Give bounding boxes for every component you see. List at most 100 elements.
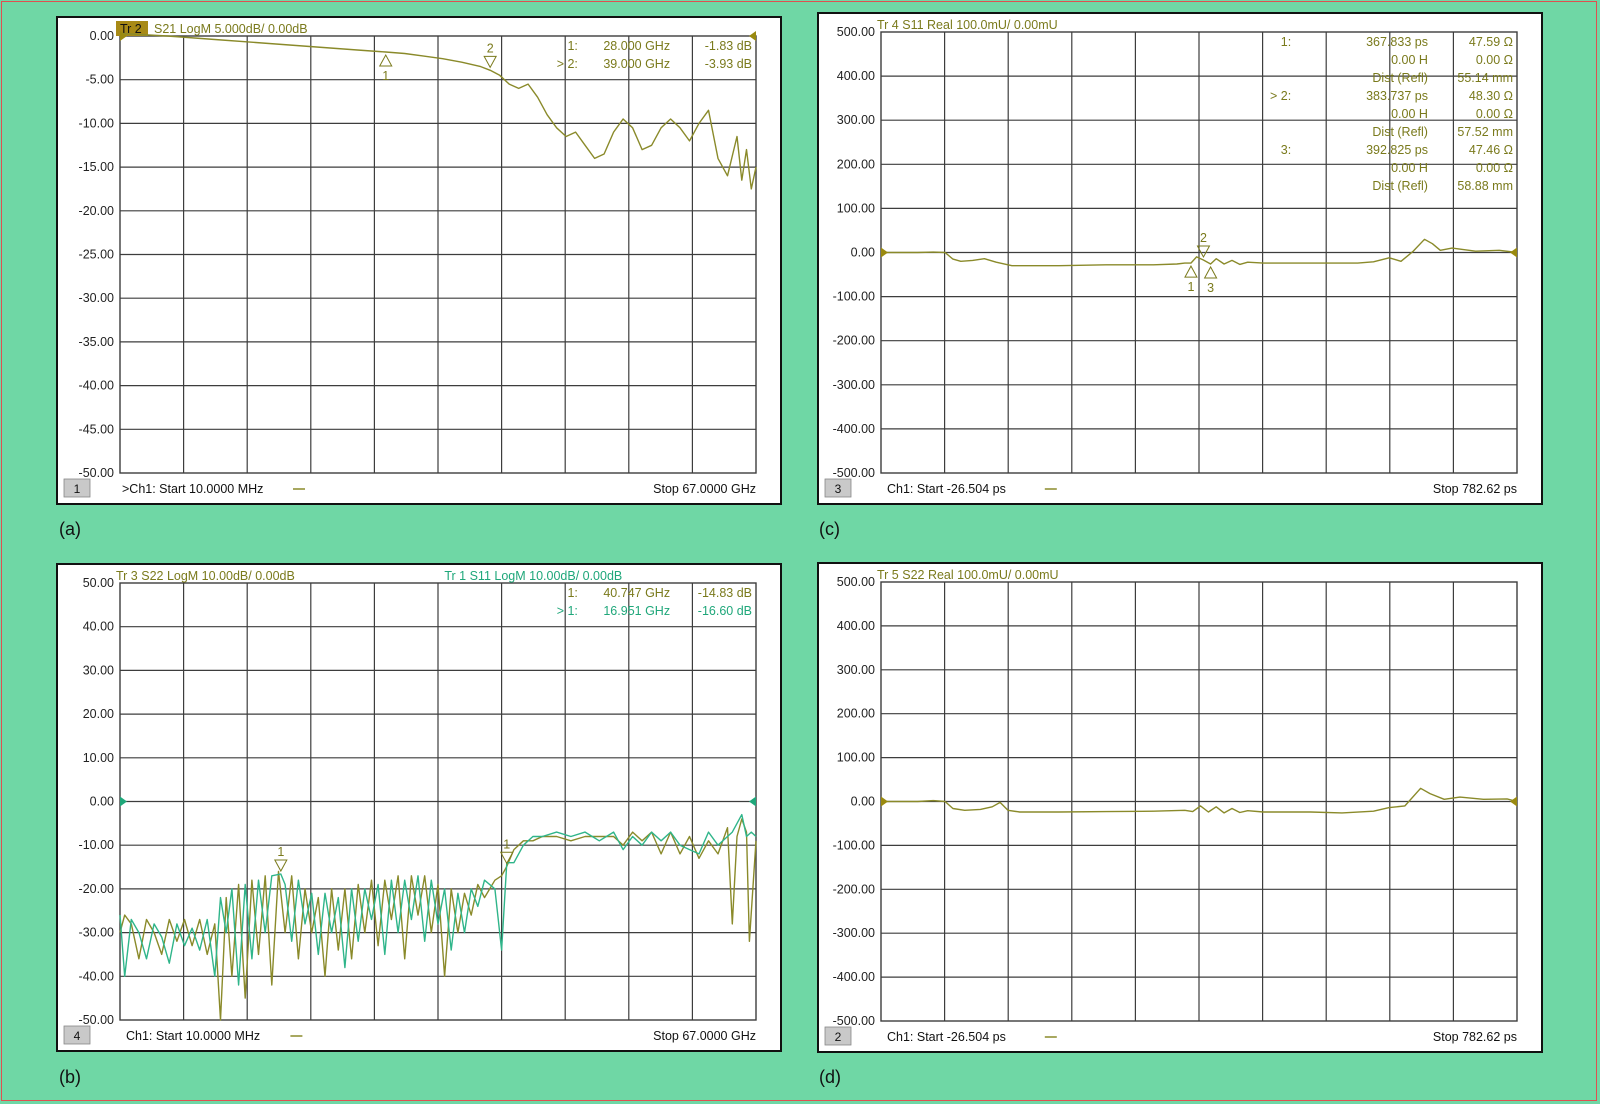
marker-table-label: > 2: <box>1270 89 1291 103</box>
y-tick-label: 30.00 <box>83 663 114 677</box>
trace-title: Tr 4 S11 Real 100.0mU/ 0.00mU <box>877 18 1058 32</box>
marker-table-y: 55.14 mm <box>1457 71 1513 85</box>
trace-title: Tr 3 S22 LogM 10.00dB/ 0.00dB <box>116 569 295 583</box>
marker-label: 1 <box>382 69 389 83</box>
y-tick-label: -200.00 <box>833 334 875 348</box>
marker-table-label: 3: <box>1281 143 1291 157</box>
y-tick-label: -5.00 <box>86 73 115 87</box>
y-tick-label: -25.00 <box>79 248 114 262</box>
marker-table-y: 0.00 Ω <box>1476 107 1513 121</box>
marker-table-y: 58.88 mm <box>1457 179 1513 193</box>
marker-table-y: -3.93 dB <box>705 57 752 71</box>
marker-label: 1 <box>277 845 284 859</box>
reference-arrow-left <box>881 247 888 258</box>
marker-table-y: -14.83 dB <box>698 586 752 600</box>
y-tick-label: -40.00 <box>79 379 114 393</box>
marker-table-label: 1: <box>567 586 577 600</box>
y-tick-label: 10.00 <box>83 751 114 765</box>
y-tick-label: -30.00 <box>79 291 114 305</box>
panel-c-s11-real: 500.00 400.00 300.00 200.00 100.00 0.00 -100.0… <box>817 12 1543 505</box>
panel-a-s21-logm: 0.00 -5.00 -10.00 -15.00 -20.00 -25.00 -30.00 -… <box>56 16 782 505</box>
y-tick-label: 400.00 <box>837 69 875 83</box>
marker-table-x: Dist (Refl) <box>1372 125 1428 139</box>
y-tick-label: -15.00 <box>79 160 114 174</box>
channel-number: 3 <box>835 482 842 496</box>
footer-stop: Stop 782.62 ps <box>1433 482 1517 496</box>
y-tick-label: 400.00 <box>837 619 875 633</box>
caption-d: (d) <box>819 1067 841 1087</box>
reference-arrow-left <box>120 796 127 807</box>
y-tick-label: 0.00 <box>90 29 114 43</box>
trace-title: Tr 5 S22 Real 100.0mU/ 0.00mU <box>877 568 1059 582</box>
marker-table-x: Dist (Refl) <box>1372 179 1428 193</box>
marker-triangle <box>273 859 288 873</box>
footer-stop: Stop 67.0000 GHz <box>653 1029 756 1043</box>
y-tick-label: 200.00 <box>837 707 875 721</box>
y-tick-label: -400.00 <box>833 970 875 984</box>
marker-table-x: 392.825 ps <box>1366 143 1428 157</box>
footer-start: Ch1: Start 10.0000 MHz <box>126 1029 260 1043</box>
panel-d-s22-real: 500.00 400.00 300.00 200.00 100.00 0.00 -100.0… <box>817 562 1543 1053</box>
reference-arrow-right <box>1510 796 1517 807</box>
y-tick-label: -500.00 <box>833 1014 875 1028</box>
marker-table-y: -1.83 dB <box>705 39 752 53</box>
marker-label: 1 <box>1187 280 1194 294</box>
channel-number: 2 <box>835 1030 842 1044</box>
chart-c-svg: 500.00 400.00 300.00 200.00 100.00 0.00 -100.0… <box>824 18 1518 498</box>
marker-table-x: 28.000 GHz <box>603 39 670 53</box>
chart-a-svg: 0.00 -5.00 -10.00 -15.00 -20.00 -25.00 -30.00 -… <box>63 21 757 498</box>
y-tick-label: -200.00 <box>833 882 875 896</box>
footer-start: Ch1: Start -26.504 ps <box>887 1030 1006 1044</box>
y-tick-label: -40.00 <box>79 969 114 983</box>
trace-title: S21 LogM 5.000dB/ 0.00dB <box>154 22 308 36</box>
footer-stop: Stop 782.62 ps <box>1433 1030 1517 1044</box>
marker-table-label: 1: <box>1281 35 1291 49</box>
marker-table-x: 0.00 H <box>1391 107 1428 121</box>
marker-table-y: 0.00 Ω <box>1476 53 1513 67</box>
y-tick-label: -30.00 <box>79 926 114 940</box>
marker-triangle <box>378 53 393 67</box>
marker-table-y: 48.30 Ω <box>1469 89 1513 103</box>
y-tick-label: -100.00 <box>833 838 875 852</box>
caption-c: (c) <box>819 519 840 539</box>
channel-number: 1 <box>74 482 81 496</box>
plot-area-a: 0.00 -5.00 -10.00 -15.00 -20.00 -25.00 -30.00 -… <box>63 21 757 498</box>
marker-table-y: 47.46 Ω <box>1469 143 1513 157</box>
chart-b-svg: 50.00 40.00 30.00 20.00 10.00 0.00 -10.00 -20.0… <box>63 569 757 1045</box>
reference-arrow-right <box>749 796 756 807</box>
marker-label: 1 <box>503 837 510 851</box>
y-tick-label: -50.00 <box>79 466 114 480</box>
y-tick-label: 500.00 <box>837 575 875 589</box>
marker-table-y: 47.59 Ω <box>1469 35 1513 49</box>
y-tick-label: 100.00 <box>837 201 875 215</box>
y-tick-label: -35.00 <box>79 335 114 349</box>
marker-table-x: Dist (Refl) <box>1372 71 1428 85</box>
y-tick-label: -50.00 <box>79 1013 114 1027</box>
marker-label: 2 <box>1200 231 1207 245</box>
marker-label: 3 <box>1207 281 1214 295</box>
y-tick-label: -100.00 <box>833 290 875 304</box>
y-tick-label: 50.00 <box>83 576 114 590</box>
footer-start: Ch1: Start -26.504 ps <box>887 482 1006 496</box>
reference-arrow-left <box>881 796 888 807</box>
y-tick-label: 300.00 <box>837 663 875 677</box>
y-tick-label: 500.00 <box>837 25 875 39</box>
y-tick-label: 20.00 <box>83 707 114 721</box>
marker-table-x: 383.737 ps <box>1366 89 1428 103</box>
caption-a: (a) <box>59 519 81 539</box>
marker-table-x: 39.000 GHz <box>603 57 670 71</box>
caption-b: (b) <box>59 1067 81 1087</box>
y-tick-label: -300.00 <box>833 926 875 940</box>
y-tick-label: -10.00 <box>79 116 114 130</box>
marker-table-x: 0.00 H <box>1391 161 1428 175</box>
marker-table-x: 0.00 H <box>1391 53 1428 67</box>
y-tick-label: 0.00 <box>90 795 114 809</box>
marker-table-y: 57.52 mm <box>1457 125 1513 139</box>
marker-table-label: > 1: <box>557 604 578 618</box>
marker-table-x: 40.747 GHz <box>603 586 670 600</box>
plot-area-d: 500.00 400.00 300.00 200.00 100.00 0.00 -100.0… <box>824 568 1518 1046</box>
chart-d-svg: 500.00 400.00 300.00 200.00 100.00 0.00 -100.0… <box>824 568 1518 1046</box>
panel-b-s22-s11-logm: 50.00 40.00 30.00 20.00 10.00 0.00 -10.00 -20.0… <box>56 563 782 1052</box>
marker-table-label: > 2: <box>557 57 578 71</box>
y-tick-label: -400.00 <box>833 422 875 436</box>
